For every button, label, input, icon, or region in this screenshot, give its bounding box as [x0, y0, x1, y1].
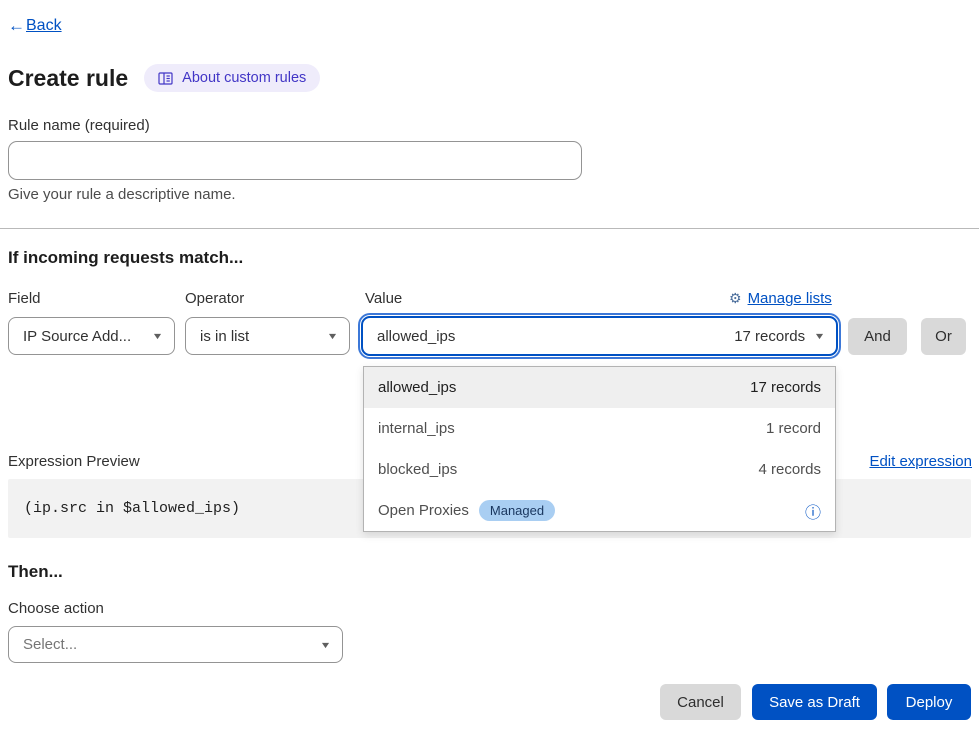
list-item-records: 4 records	[758, 461, 821, 478]
rule-name-helper-text: Give your rule a descriptive name.	[8, 186, 236, 203]
value-select-value: allowed_ips	[377, 328, 455, 345]
list-item-name: blocked_ips	[378, 461, 457, 478]
page-title: Create rule	[8, 65, 128, 92]
list-item-name: Open Proxies	[378, 502, 469, 519]
list-item-blocked-ips[interactable]: blocked_ips 4 records	[364, 449, 835, 490]
edit-expression-link[interactable]: Edit expression	[869, 453, 972, 470]
field-label: Field	[8, 290, 41, 307]
list-item-name: allowed_ips	[378, 379, 456, 396]
value-select-records: 17 records	[734, 328, 805, 345]
back-link[interactable]: ←Back	[8, 16, 62, 36]
value-select[interactable]: allowed_ips 17 records ▼	[361, 316, 838, 356]
chevron-down-icon: ▼	[320, 640, 332, 650]
operator-select[interactable]: is in list ▼	[185, 317, 350, 355]
rule-name-label: Rule name (required)	[8, 117, 150, 134]
value-label: Value	[365, 290, 402, 307]
gear-icon: ⚙	[729, 290, 742, 307]
manage-lists-label: Manage lists	[748, 290, 832, 307]
field-select[interactable]: IP Source Add... ▼	[8, 317, 175, 355]
section-divider	[0, 228, 979, 229]
chevron-down-icon: ▼	[814, 331, 826, 341]
list-item-name: internal_ips	[378, 420, 455, 437]
chevron-down-icon: ▼	[327, 331, 339, 341]
rule-name-input[interactable]	[8, 141, 582, 180]
action-select[interactable]: Select... ▼	[8, 626, 343, 663]
managed-badge: Managed	[479, 500, 555, 521]
create-rule-page: ←Back Create rule About custom rules Rul…	[0, 0, 979, 739]
title-row: Create rule About custom rules	[8, 64, 320, 92]
or-button[interactable]: Or	[921, 318, 966, 355]
list-item-internal-ips[interactable]: internal_ips 1 record	[364, 408, 835, 449]
expression-code: (ip.src in $allowed_ips)	[24, 500, 240, 517]
and-button[interactable]: And	[848, 318, 907, 355]
about-custom-rules-link[interactable]: About custom rules	[144, 64, 320, 92]
deploy-button[interactable]: Deploy	[887, 684, 971, 720]
choose-action-label: Choose action	[8, 600, 104, 617]
about-custom-rules-label: About custom rules	[182, 70, 306, 86]
book-icon	[158, 72, 173, 85]
back-link-label: Back	[26, 17, 62, 35]
then-section-heading: Then...	[8, 562, 63, 582]
operator-label: Operator	[185, 290, 244, 307]
operator-select-value: is in list	[200, 328, 249, 345]
cancel-button[interactable]: Cancel	[660, 684, 741, 720]
list-item-records: 1 record	[766, 420, 821, 437]
chevron-down-icon: ▼	[152, 331, 164, 341]
save-as-draft-button[interactable]: Save as Draft	[752, 684, 877, 720]
manage-lists-link[interactable]: ⚙ Manage lists	[729, 290, 832, 307]
expression-preview-label: Expression Preview	[8, 453, 140, 470]
field-select-value: IP Source Add...	[23, 328, 131, 345]
list-item-open-proxies[interactable]: Open Proxies Managed ⓘ	[364, 490, 835, 531]
action-select-placeholder: Select...	[23, 636, 77, 653]
match-section-heading: If incoming requests match...	[8, 248, 243, 268]
list-dropdown: allowed_ips 17 records internal_ips 1 re…	[363, 366, 836, 532]
list-item-allowed-ips[interactable]: allowed_ips 17 records	[364, 367, 835, 408]
list-item-records: 17 records	[750, 379, 821, 396]
info-icon[interactable]: ⓘ	[805, 499, 821, 523]
back-arrow-icon: ←	[8, 16, 25, 36]
